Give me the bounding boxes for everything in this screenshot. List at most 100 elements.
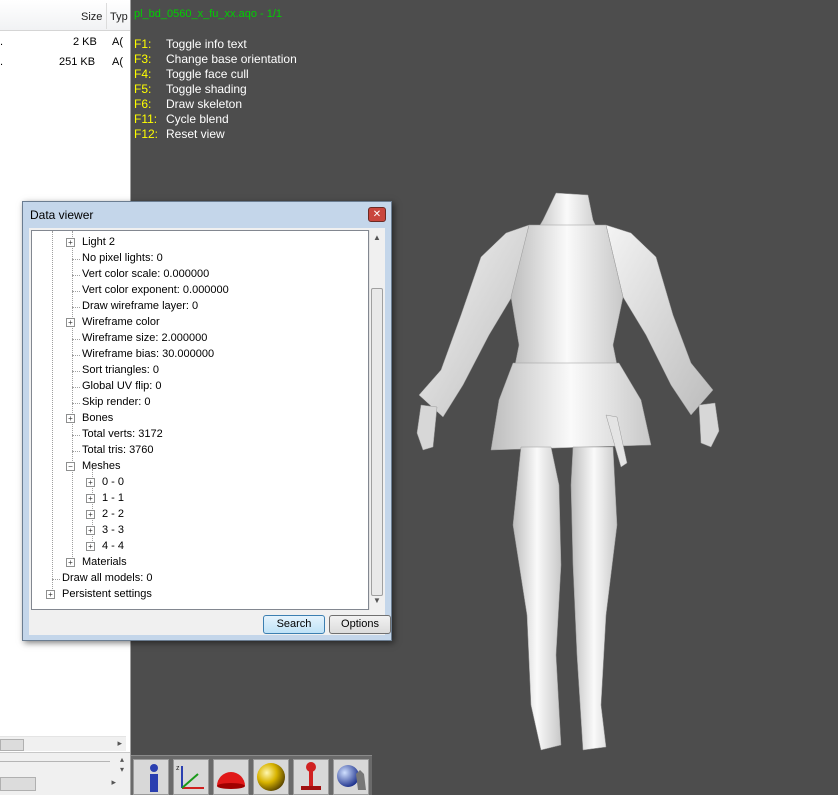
tree-line <box>72 259 80 260</box>
collapse-icon[interactable]: − <box>66 462 75 471</box>
tree-line <box>72 371 80 372</box>
help-key: F5: <box>134 82 152 96</box>
dome-button[interactable] <box>213 759 249 795</box>
tree-line <box>72 275 80 276</box>
help-desc: Toggle info text <box>166 37 247 51</box>
expand-icon[interactable]: + <box>66 414 75 423</box>
file-size: 2 KB <box>73 36 97 48</box>
file-type: A( <box>112 36 123 48</box>
horizontal-scrollbar[interactable]: ▸ <box>0 736 126 751</box>
data-viewer-window[interactable]: Data viewer ✕ + Light 2 No pixel lights: … <box>22 201 392 641</box>
tree-node-label: Draw all models: 0 <box>62 572 153 584</box>
tree-node-label: Vert color scale: 0.000000 <box>82 268 210 280</box>
blend-button[interactable] <box>333 759 369 795</box>
scroll-up-arrow-icon[interactable]: ▴ <box>120 755 124 764</box>
axes-button[interactable]: z <box>173 759 209 795</box>
info-button[interactable] <box>133 759 169 795</box>
scrollbar-thumb[interactable] <box>0 739 24 751</box>
file-name: . <box>0 36 4 48</box>
hand-sphere-icon <box>337 765 366 790</box>
3d-model-render[interactable] <box>401 185 721 760</box>
shading-button[interactable] <box>253 759 289 795</box>
file-name: . <box>0 56 4 68</box>
help-desc: Toggle face cull <box>166 67 249 81</box>
expand-icon[interactable]: + <box>86 526 95 535</box>
scroll-up-arrow-icon[interactable]: ▲ <box>372 233 382 243</box>
help-key: F4: <box>134 67 152 81</box>
help-key: F12: <box>134 127 159 141</box>
model-left-leg <box>512 446 562 751</box>
tree-line <box>72 355 80 356</box>
viewer-toolbar: z <box>131 755 372 795</box>
file-type: A( <box>112 56 123 68</box>
tree-node-label: Sort triangles: 0 <box>82 364 160 376</box>
expand-icon[interactable]: + <box>66 558 75 567</box>
scrollbar-thumb[interactable] <box>0 777 36 791</box>
scroll-right-arrow-icon[interactable]: ▸ <box>117 738 122 749</box>
help-desc: Draw skeleton <box>166 97 243 111</box>
model-skirt <box>490 362 652 451</box>
tree-node-label: Total verts: 3172 <box>82 428 163 440</box>
help-desc: Toggle shading <box>166 82 247 96</box>
options-button[interactable]: Options <box>329 615 391 634</box>
model-left-hand <box>416 404 438 451</box>
tree-node-label: Skip render: 0 <box>82 396 151 408</box>
data-tree[interactable]: + Light 2 No pixel lights: 0 Vert color s… <box>31 230 369 610</box>
expand-icon[interactable]: + <box>46 590 55 599</box>
help-key: F3: <box>134 52 152 66</box>
expand-icon[interactable]: + <box>86 542 95 551</box>
column-type-header[interactable]: Typ <box>110 11 128 23</box>
tree-node-label: Persistent settings <box>62 588 152 600</box>
expand-icon[interactable]: + <box>86 478 95 487</box>
tree-line <box>72 307 80 308</box>
tree-node-label: Light 2 <box>82 236 116 248</box>
help-key: F6: <box>134 97 152 111</box>
scrollbar-thumb[interactable] <box>371 288 383 596</box>
help-desc: Change base orientation <box>166 52 297 66</box>
svg-text:z: z <box>176 765 180 772</box>
tree-node-label: Draw wireframe layer: 0 <box>82 300 199 312</box>
model-torso <box>510 224 624 376</box>
explorer-lower-pane: ▴ ▾ ▸ <box>0 752 130 795</box>
sphere-icon <box>257 763 285 791</box>
file-row[interactable]: . 2 KB A( <box>0 33 130 51</box>
expand-icon[interactable]: + <box>86 494 95 503</box>
tree-line <box>72 451 80 452</box>
help-desc: Reset view <box>166 127 225 141</box>
tree-line <box>72 231 73 561</box>
tree-node-label: Wireframe size: 2.000000 <box>82 332 208 344</box>
expand-icon[interactable]: + <box>66 238 75 247</box>
file-size: 251 KB <box>59 56 96 68</box>
tree-node-label: 2 - 2 <box>102 508 125 520</box>
divider <box>0 761 110 762</box>
search-button[interactable]: Search <box>263 615 325 634</box>
close-icon[interactable]: ✕ <box>368 207 386 222</box>
tree-node-label: Bones <box>82 412 114 424</box>
tree-node-label: Meshes <box>82 460 121 472</box>
help-key: F1: <box>134 37 152 51</box>
dome-icon <box>217 772 245 789</box>
tree-node-label: 3 - 3 <box>102 524 125 536</box>
tree-node-label: No pixel lights: 0 <box>82 252 163 264</box>
scroll-down-arrow-icon[interactable]: ▼ <box>372 596 382 606</box>
tree-line <box>72 291 80 292</box>
tree-line <box>52 231 53 591</box>
expand-icon[interactable]: + <box>66 318 75 327</box>
scroll-right-arrow-icon[interactable]: ▸ <box>111 777 116 788</box>
tree-node-label: 4 - 4 <box>102 540 125 552</box>
expand-icon[interactable]: + <box>86 510 95 519</box>
axes-icon: z <box>176 765 204 789</box>
info-icon <box>150 764 158 792</box>
column-separator[interactable] <box>106 3 107 29</box>
column-size-header[interactable]: Size <box>81 11 102 23</box>
tree-node-label: Vert color exponent: 0.000000 <box>82 284 229 296</box>
model-filename: pl_bd_0560_x_fu_xx.aqo - 1/1 <box>134 8 283 20</box>
scroll-down-arrow-icon[interactable]: ▾ <box>120 765 124 774</box>
model-right-hand <box>698 402 720 448</box>
tree-node-label: 0 - 0 <box>102 476 125 488</box>
tree-vertical-scrollbar[interactable]: ▲ ▼ <box>369 230 384 610</box>
file-row[interactable]: . 251 KB A( <box>0 53 130 71</box>
bone-icon <box>301 762 321 790</box>
skeleton-button[interactable] <box>293 759 329 795</box>
tree-line <box>72 339 80 340</box>
